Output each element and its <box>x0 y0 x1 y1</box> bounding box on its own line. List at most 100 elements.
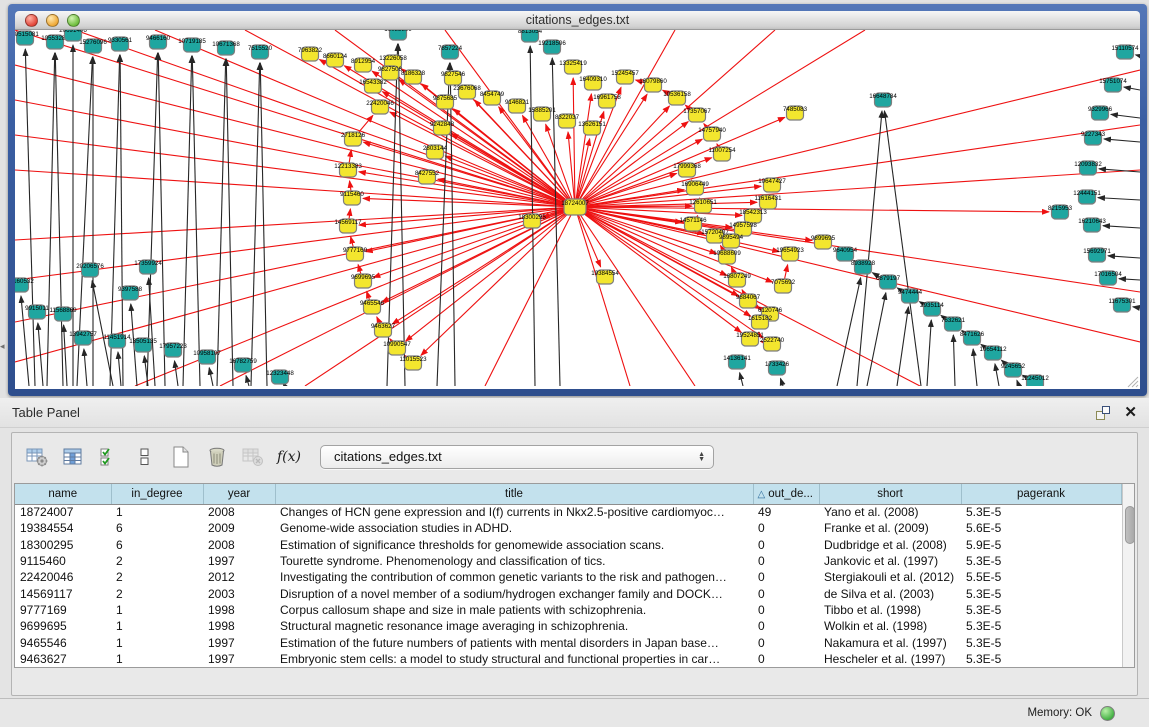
window-resize-grip[interactable] <box>1125 374 1139 388</box>
graph-node-yellow[interactable]: 14757940 <box>698 127 726 141</box>
table-scrollbar-thumb[interactable] <box>1125 506 1135 544</box>
graph-node-yellow[interactable]: 9699695 <box>351 274 376 288</box>
graph-node-yellow[interactable]: 2803144 <box>423 145 448 159</box>
graph-node-yellow[interactable]: 19654923 <box>776 247 804 261</box>
column-header-in-degree[interactable]: in_degree <box>111 484 203 504</box>
graph-node-yellow[interactable]: 8454749 <box>480 91 505 105</box>
function-builder-icon[interactable]: f(x) <box>276 444 302 470</box>
graph-node-yellow[interactable]: 9777169 <box>343 247 368 261</box>
graph-node-teal[interactable]: 14136141 <box>723 355 751 369</box>
network-window-titlebar[interactable]: citations_edges.txt <box>15 11 1140 30</box>
table-row[interactable]: 946554611997Estimation of the future num… <box>15 634 1121 650</box>
column-header-title[interactable]: title <box>275 484 753 504</box>
graph-node-teal[interactable]: 12245012 <box>1021 375 1049 386</box>
graph-node-teal[interactable]: 9640954 <box>833 247 858 261</box>
graph-node-yellow[interactable]: 9463627 <box>371 323 396 337</box>
close-window-button[interactable] <box>25 14 38 27</box>
graph-node-teal[interactable]: 2935114 <box>920 302 944 316</box>
graph-node-teal[interactable]: 16210643 <box>1078 218 1106 232</box>
table-row[interactable]: 977716911998Corpus callosum shape and si… <box>15 602 1121 618</box>
graph-node-yellow[interactable]: 2522740 <box>760 337 785 351</box>
graph-node-teal[interactable]: 10654112 <box>979 346 1007 360</box>
table-settings-icon[interactable] <box>24 444 50 470</box>
graph-node-teal[interactable]: 8938928 <box>851 260 876 274</box>
graph-node-teal[interactable]: 15276096 <box>79 39 107 53</box>
graph-node-yellow[interactable]: 16807249 <box>723 273 751 287</box>
graph-node-teal[interactable]: 16648784 <box>869 93 897 107</box>
graph-node-yellow[interactable]: 7075692 <box>771 279 796 293</box>
column-header-year[interactable]: year <box>203 484 275 504</box>
graph-node-teal[interactable]: 9474444 <box>898 289 923 303</box>
table-row[interactable]: 1872400712008Changes of HCN gene express… <box>15 504 1121 520</box>
graph-node-yellow[interactable]: 18724007 <box>561 199 589 215</box>
network-canvas[interactable]: 1872400779638228660124891295413226058982… <box>15 30 1140 389</box>
graph-node-yellow[interactable]: 1615182 <box>748 315 773 329</box>
graph-node-yellow[interactable]: 9146821 <box>505 99 530 113</box>
graph-node-teal[interactable]: 17016504 <box>1094 271 1122 285</box>
graph-node-teal[interactable]: 11675301 <box>1108 298 1136 312</box>
graph-node-yellow[interactable]: 15245457 <box>611 70 639 84</box>
graph-node-yellow[interactable]: 10990547 <box>383 341 411 355</box>
graph-node-teal[interactable]: 9466160 <box>146 35 171 49</box>
column-header-name[interactable]: name <box>15 484 111 504</box>
minimize-window-button[interactable] <box>46 14 59 27</box>
graph-node-yellow[interactable]: 13626151 <box>578 121 606 135</box>
close-panel-icon[interactable]: ✕ <box>1124 406 1137 420</box>
graph-node-teal[interactable]: 20206576 <box>76 263 104 277</box>
delete-table-icon[interactable] <box>240 444 266 470</box>
graph-node-yellow[interactable]: 9899695 <box>811 235 836 249</box>
graph-node-teal[interactable]: 12444151 <box>1073 190 1101 204</box>
graph-node-yellow[interactable]: 14569117 <box>334 219 362 233</box>
graph-node-teal[interactable]: 7632621 <box>941 317 966 331</box>
graph-node-teal[interactable]: 10671368 <box>212 41 240 55</box>
graph-node-yellow[interactable]: 23676068 <box>453 85 481 99</box>
graph-node-yellow[interactable]: 9875685 <box>433 95 458 109</box>
graph-node-teal[interactable]: 16033809 <box>384 30 412 40</box>
row-height-icon[interactable] <box>132 444 158 470</box>
graph-node-teal[interactable]: 17957223 <box>159 343 187 357</box>
graph-node-teal[interactable]: 9915011 <box>25 305 49 319</box>
graph-node-teal[interactable]: 8215953 <box>1048 205 1073 219</box>
graph-node-yellow[interactable]: 9884067 <box>736 294 761 308</box>
table-row[interactable]: 946362711997Embryonic stem cells: a mode… <box>15 651 1121 667</box>
graph-node-yellow[interactable]: 15885201 <box>528 107 556 121</box>
memory-ok-indicator[interactable] <box>1100 706 1115 721</box>
table-row[interactable]: 911546021997Tourette syndrome. Phenomeno… <box>15 553 1121 569</box>
graph-node-yellow[interactable]: 12610651 <box>689 199 717 213</box>
graph-node-yellow[interactable]: 12213383 <box>334 163 362 177</box>
graph-node-teal[interactable]: 15751074 <box>1099 78 1127 92</box>
graph-node-teal[interactable]: 1733426 <box>765 361 790 375</box>
graph-node-yellow[interactable]: 11015523 <box>399 356 427 370</box>
graph-node-teal[interactable]: 8471626 <box>960 331 985 345</box>
float-panel-icon[interactable] <box>1096 406 1110 420</box>
graph-node-yellow[interactable]: 7485083 <box>783 106 808 120</box>
graph-node-yellow[interactable]: 8427552 <box>415 170 440 184</box>
graph-node-teal[interactable]: 7857224 <box>438 45 463 59</box>
new-column-icon[interactable] <box>168 444 194 470</box>
graph-node-teal[interactable]: 20515081 <box>15 31 39 45</box>
table-row[interactable]: 1456911722003Disruption of a novel membe… <box>15 585 1121 601</box>
graph-node-yellow[interactable]: 11007254 <box>708 147 736 161</box>
select-columns-icon[interactable] <box>96 444 122 470</box>
panel-collapse-arrow-icon[interactable]: ◂ <box>0 341 5 352</box>
graph-node-yellow[interactable]: 9115460 <box>340 191 364 205</box>
graph-node-teal[interactable]: 15110574 <box>1111 45 1139 59</box>
graph-node-yellow[interactable]: 9827546 <box>441 71 466 85</box>
graph-node-yellow[interactable]: 2718126 <box>341 132 366 146</box>
graph-node-teal[interactable]: 19218506 <box>538 40 566 54</box>
graph-node-yellow[interactable]: 10688609 <box>713 250 741 264</box>
table-row[interactable]: 1938455462009Genome-wide association stu… <box>15 520 1121 536</box>
graph-node-teal[interactable]: 12323448 <box>266 370 294 384</box>
graph-node-yellow[interactable]: 11616431 <box>754 195 782 209</box>
graph-node-yellow[interactable]: 18542313 <box>739 209 767 223</box>
graph-node-yellow[interactable]: 8912954 <box>351 58 376 72</box>
column-header-pagerank[interactable]: pagerank <box>961 484 1121 504</box>
graph-node-yellow[interactable]: 7963822 <box>298 47 323 61</box>
graph-node-teal[interactable]: 26160532 <box>15 278 34 292</box>
maximize-window-button[interactable] <box>67 14 80 27</box>
table-row[interactable]: 2242004622012Investigating the contribut… <box>15 569 1121 585</box>
delete-column-icon[interactable] <box>204 444 230 470</box>
graph-node-yellow[interactable]: 16961758 <box>593 94 621 108</box>
graph-node-yellow[interactable]: 9465546 <box>360 300 385 314</box>
show-columns-icon[interactable] <box>60 444 86 470</box>
